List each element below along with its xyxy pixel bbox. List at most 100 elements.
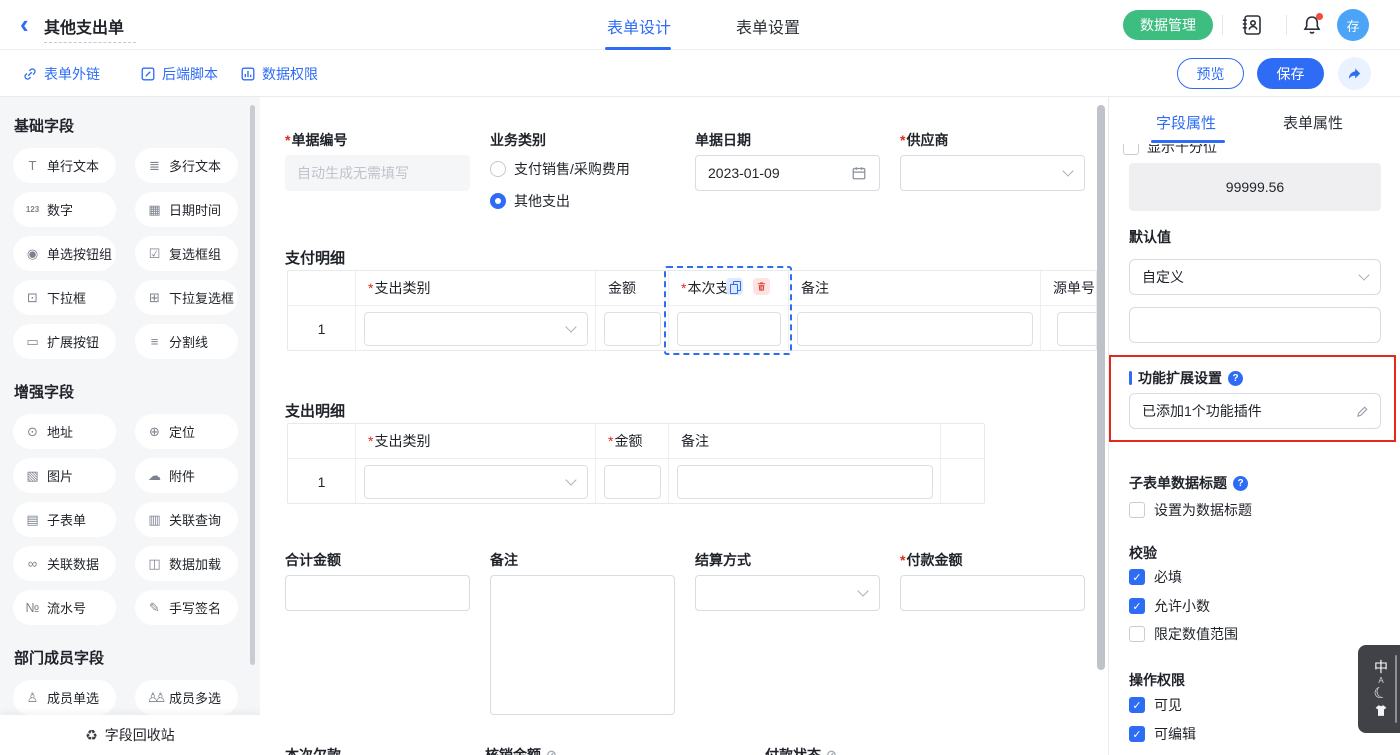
index-col-header [288, 271, 356, 305]
translate-icon[interactable]: 中 [1374, 660, 1388, 675]
radio-unchecked-icon[interactable] [490, 161, 506, 177]
checkbox-checked-icon[interactable]: ✓ [1129, 697, 1145, 713]
avatar[interactable]: 存 [1337, 9, 1369, 41]
col-header-source-no[interactable]: 源单号 [1041, 271, 1097, 305]
field-item-lookup-query[interactable]: ▥关联查询 [135, 502, 238, 537]
serial-icon: № [25, 600, 40, 615]
total-amount-input[interactable] [285, 575, 470, 611]
dark-mode-moon-icon[interactable]: ☾ [1372, 684, 1390, 704]
floating-tool-widget[interactable]: 中 A ☾ [1358, 645, 1400, 733]
field-item-attachment[interactable]: ☁附件 [135, 458, 238, 493]
preview-button[interactable]: 预览 [1177, 58, 1244, 89]
checkbox-checked-icon[interactable]: ✓ [1129, 569, 1145, 585]
sidebar-scrollbar[interactable] [250, 105, 255, 665]
required-checkbox-row[interactable]: ✓ 必填 [1129, 567, 1182, 587]
field-item-dropdown[interactable]: ⊡下拉框 [13, 280, 116, 315]
notification-bell-icon[interactable] [1300, 13, 1324, 37]
remark-input[interactable] [797, 312, 1033, 346]
col-header-remark[interactable]: 备注 [669, 424, 941, 458]
col-header-remark[interactable]: 备注 [789, 271, 1041, 305]
checkbox-unchecked-icon[interactable] [1129, 502, 1145, 518]
field-item-radio-group[interactable]: ◉单选按钮组 [13, 236, 116, 271]
field-item-number[interactable]: 123数字 [13, 192, 116, 227]
col-header-category[interactable]: 支出类别 [356, 424, 596, 458]
thousand-separator-row-clipped[interactable]: 显示千分位 [1123, 144, 1363, 157]
data-manage-button[interactable]: 数据管理 [1123, 10, 1213, 40]
form-external-link[interactable]: 表单外链 [22, 64, 100, 84]
field-item-subform[interactable]: ▤子表单 [13, 502, 116, 537]
amount-input[interactable] [604, 465, 661, 499]
field-item-signature[interactable]: ✎手写签名 [135, 590, 238, 625]
field-item-image[interactable]: ▧图片 [13, 458, 116, 493]
biz-type-option-1[interactable]: 支付销售/采购费用 [490, 159, 630, 179]
checkbox-icon: ☑ [147, 246, 162, 262]
doc-date-input[interactable]: 2023-01-09 [695, 155, 880, 191]
canvas-scrollbar[interactable] [1097, 105, 1105, 670]
current-pay-input[interactable] [677, 312, 781, 346]
col-header-category[interactable]: 支出类别 [356, 271, 596, 305]
field-item-linked-data[interactable]: ∞关联数据 [13, 546, 116, 581]
contacts-book-icon[interactable] [1240, 13, 1264, 37]
editable-checkbox-row[interactable]: ✓ 可编辑 [1129, 724, 1196, 744]
copy-column-icon[interactable] [726, 278, 743, 295]
tab-field-properties[interactable]: 字段属性 [1156, 112, 1216, 133]
default-value-select[interactable]: 自定义 [1129, 259, 1381, 295]
tab-form-design[interactable]: 表单设计 [607, 14, 671, 38]
limit-range-checkbox-row[interactable]: 限定数值范围 [1129, 624, 1238, 644]
divider [1286, 15, 1287, 35]
checkbox-unchecked-icon[interactable] [1123, 144, 1139, 155]
default-value-input[interactable] [1129, 307, 1381, 343]
field-item-multi-line-text[interactable]: ≣多行文本 [135, 148, 238, 183]
doc-date-label: 单据日期 [695, 130, 751, 150]
calendar-icon [851, 165, 867, 181]
field-item-data-load[interactable]: ◫数据加载 [135, 546, 238, 581]
set-data-title-checkbox-row[interactable]: 设置为数据标题 [1129, 500, 1252, 520]
theme-shirt-icon[interactable] [1373, 703, 1389, 718]
doc-no-input[interactable] [285, 155, 470, 191]
category-select[interactable] [364, 465, 588, 499]
col-header-amount[interactable]: 金额 [596, 424, 669, 458]
col-header-amount[interactable]: 金额 [596, 271, 669, 305]
back-icon[interactable]: ‹ [20, 8, 29, 40]
pay-amount-input[interactable] [900, 575, 1085, 611]
checkbox-checked-icon[interactable]: ✓ [1129, 726, 1145, 742]
toolbar-link-label: 表单外链 [44, 64, 100, 84]
tab-form-settings[interactable]: 表单设置 [736, 14, 800, 38]
delete-column-icon[interactable] [753, 278, 770, 295]
data-permission-link[interactable]: 数据权限 [240, 64, 318, 84]
source-no-input[interactable] [1057, 312, 1097, 346]
field-item-member-single[interactable]: ♙成员单选 [13, 680, 116, 715]
field-item-single-line-text[interactable]: T单行文本 [13, 148, 116, 183]
radio-checked-icon[interactable] [490, 193, 506, 209]
field-recycle-bin[interactable]: ♻ 字段回收站 [0, 715, 260, 755]
backend-script-link[interactable]: 后端脚本 [140, 64, 218, 84]
field-item-divider[interactable]: ≡分割线 [135, 324, 238, 359]
field-item-datetime[interactable]: ▦日期时间 [135, 192, 238, 227]
default-value-title: 默认值 [1129, 227, 1171, 247]
allow-decimal-checkbox-row[interactable]: ✓ 允许小数 [1129, 596, 1210, 616]
form-design-canvas: 单据编号 业务类别 支付销售/采购费用 其他支出 单据日期 2023-01-09… [260, 97, 1108, 755]
field-item-checkbox-group[interactable]: ☑复选框组 [135, 236, 238, 271]
amount-input[interactable] [604, 312, 661, 346]
remark-input[interactable] [677, 465, 933, 499]
help-question-icon[interactable]: ? [1233, 476, 1248, 491]
visible-checkbox-row[interactable]: ✓ 可见 [1129, 695, 1182, 715]
settle-method-select[interactable] [695, 575, 880, 611]
save-button[interactable]: 保存 [1257, 58, 1324, 89]
field-item-address[interactable]: ⊙地址 [13, 414, 116, 449]
doc-no-label: 单据编号 [285, 130, 347, 150]
field-item-location[interactable]: ⊕定位 [135, 414, 238, 449]
share-button[interactable] [1338, 57, 1371, 90]
category-select[interactable] [364, 312, 588, 346]
supplier-select[interactable] [900, 155, 1085, 191]
field-item-serial-number[interactable]: №流水号 [13, 590, 116, 625]
remark-textarea[interactable] [490, 575, 675, 715]
field-item-dropdown-multi[interactable]: ⊞下拉复选框 [135, 280, 238, 315]
checkbox-unchecked-icon[interactable] [1129, 626, 1145, 642]
field-item-member-multi[interactable]: ♙♙成员多选 [135, 680, 238, 715]
biz-type-option-2[interactable]: 其他支出 [490, 191, 570, 211]
field-item-extend-button[interactable]: ▭扩展按钮 [13, 324, 116, 359]
field-item-label: 日期时间 [169, 200, 221, 219]
checkbox-checked-icon[interactable]: ✓ [1129, 598, 1145, 614]
tab-form-properties[interactable]: 表单属性 [1283, 112, 1343, 133]
